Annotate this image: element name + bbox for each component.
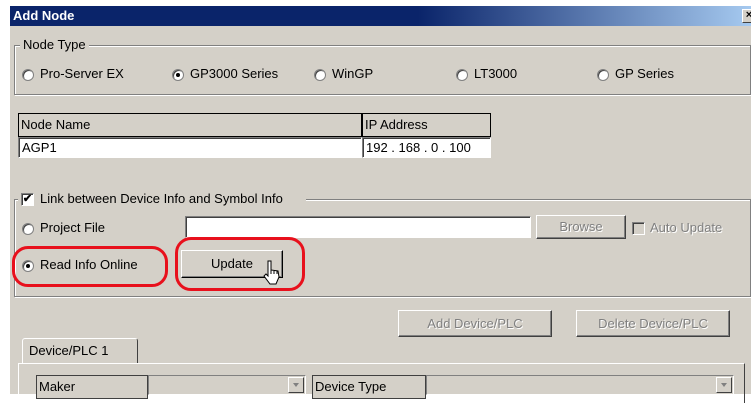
radio-lt3000[interactable] [456,69,468,81]
chevron-down-icon[interactable] [716,377,732,393]
device-type-dropdown[interactable] [426,375,734,395]
title-bar[interactable]: Add Node × [10,6,751,26]
project-file-input[interactable] [185,216,531,238]
ip-address-header: IP Address [362,113,491,137]
maker-dropdown[interactable] [148,375,306,395]
radio-label-pro-server-ex[interactable]: Pro-Server EX [40,66,124,81]
browse-button[interactable]: Browse [536,215,626,239]
radio-label-gp3000-series[interactable]: GP3000 Series [190,66,278,81]
ip-address-input[interactable]: 192 . 168 . 0 . 100 [362,137,491,158]
radio-label-lt3000[interactable]: LT3000 [474,66,517,81]
radio-gp-series[interactable] [597,69,609,81]
radio-label-wingp[interactable]: WinGP [332,66,373,81]
auto-update-label[interactable]: Auto Update [650,220,722,235]
radio-wingp[interactable] [314,69,326,81]
chevron-down-icon[interactable] [288,377,304,393]
delete-device-plc-button[interactable]: Delete Device/PLC [576,310,730,337]
mouse-cursor-icon [263,260,280,285]
radio-pro-server-ex[interactable] [22,69,34,81]
radio-gp3000-series[interactable] [172,69,184,81]
link-checkbox[interactable]: ✔ [21,193,34,206]
node-name-input[interactable]: AGP1 [18,137,362,158]
highlight-read-info-online [12,246,168,287]
node-type-legend: Node Type [20,37,89,52]
add-device-plc-button[interactable]: Add Device/PLC [398,310,552,337]
radio-label-project-file[interactable]: Project File [40,220,105,235]
tab-device-plc-1[interactable]: Device/PLC 1 [22,338,138,364]
panel-top-border [137,363,744,364]
close-icon[interactable]: × [742,9,751,23]
radio-project-file[interactable] [22,223,34,235]
node-name-header: Node Name [18,113,362,137]
radio-label-gp-series[interactable]: GP Series [615,66,674,81]
link-checkbox-label[interactable]: Link between Device Info and Symbol Info [40,191,283,206]
radio-selected-dot [176,73,180,77]
window-title: Add Node [13,8,75,23]
highlight-update-button [175,237,305,291]
device-type-label: Device Type [312,375,426,399]
auto-update-checkbox[interactable] [632,222,645,235]
maker-label: Maker [36,375,148,399]
add-node-dialog: Add Node × Node Type Pro-Server EX GP300… [9,5,751,403]
